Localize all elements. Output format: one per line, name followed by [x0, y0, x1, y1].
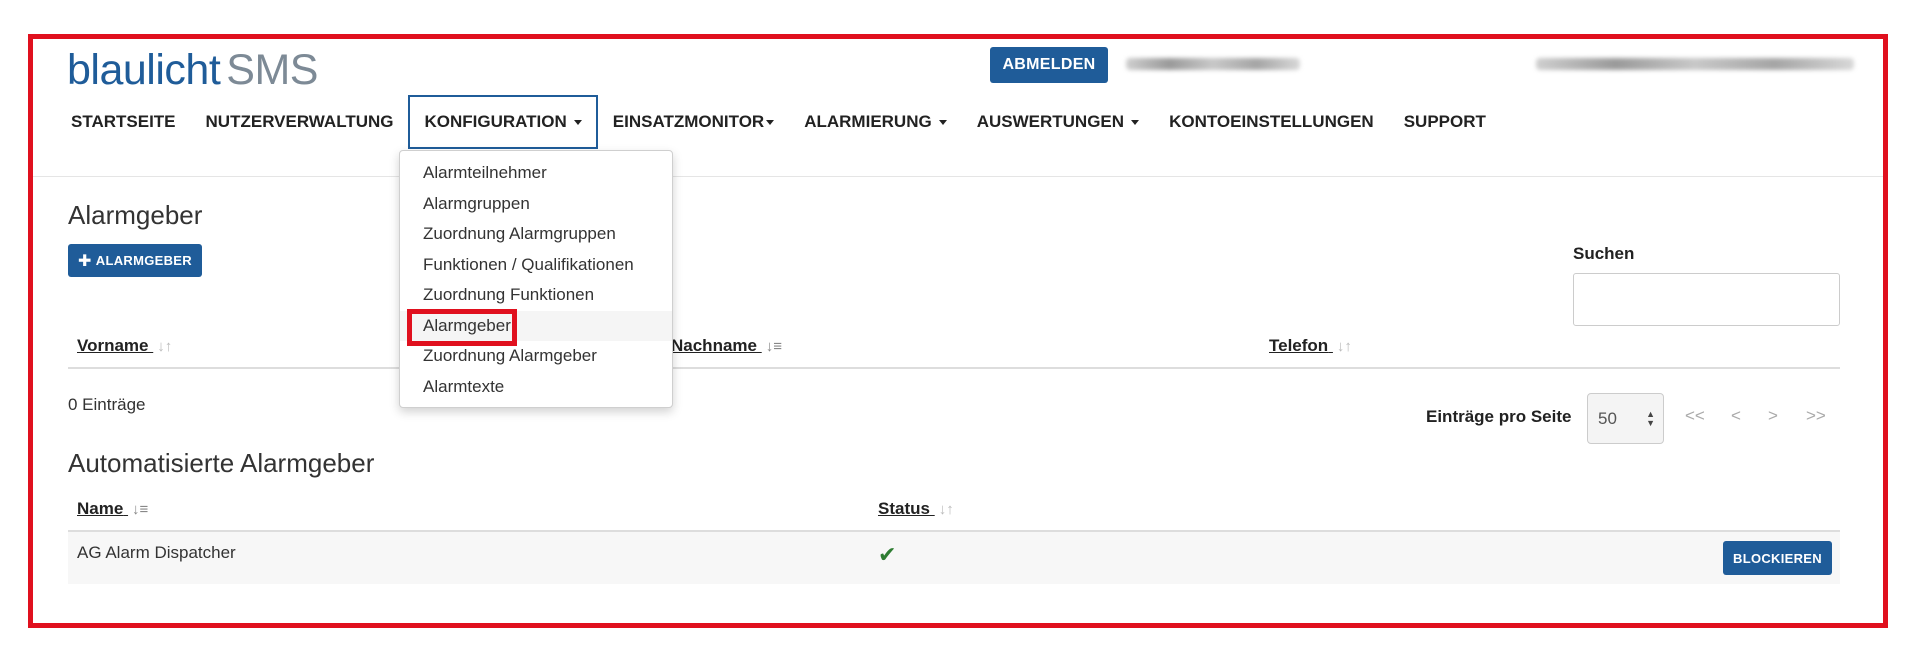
last-page-link[interactable]: >> [1806, 406, 1826, 426]
table-row [68, 532, 1840, 584]
column-label: Status [878, 499, 930, 518]
add-alarmgeber-button[interactable]: ✚ ALARMGEBER [68, 244, 202, 277]
menu-item-funktionen-qualifikationen[interactable]: Funktionen / Qualifikationen [400, 250, 672, 281]
logo-part-2: SMS [226, 46, 318, 94]
column-header-status[interactable]: Status ↓↑ [878, 499, 954, 519]
logout-button[interactable]: ABMELDEN [990, 47, 1108, 83]
selected-value: 50 [1598, 408, 1617, 428]
sort-ascending-icon: ↓≡ [132, 501, 149, 518]
block-button[interactable]: BLOCKIEREN [1723, 541, 1832, 575]
next-page-link[interactable]: > [1768, 406, 1778, 426]
nav-label: ALARMIERUNG [804, 112, 932, 131]
logo[interactable]: blaulicht SMS [67, 46, 318, 95]
check-icon: ✔ [878, 542, 897, 567]
entries-count: 0 Einträge [68, 395, 146, 414]
column-label: Nachname [671, 336, 757, 355]
column-label: Telefon [1269, 336, 1329, 355]
add-button-label: ALARMGEBER [95, 253, 192, 268]
nav-item-einsatzmonitor[interactable]: EINSATZMONITOR [598, 95, 789, 149]
menu-item-label: Alarmgeber [423, 315, 511, 335]
search-input[interactable] [1573, 273, 1840, 326]
nav-label: SUPPORT [1403, 112, 1486, 131]
column-label: Name [77, 499, 124, 518]
caret-down-icon [766, 119, 775, 125]
logo-part-1: blaulicht [67, 46, 221, 94]
column-header-name[interactable]: Name ↓≡ [77, 499, 148, 519]
caret-down-icon [938, 119, 947, 125]
konfiguration-dropdown-menu: Alarmteilnehmer Alarmgruppen Zuordnung A… [399, 150, 673, 408]
column-header-vorname[interactable]: Vorname ↓↑ [77, 336, 172, 356]
sort-icon: ↓↑ [1336, 338, 1352, 355]
prev-page-link[interactable]: < [1731, 406, 1741, 426]
column-header-nachname[interactable]: Nachname ↓≡ [671, 336, 782, 356]
select-arrows-icon: ▲ ▼ [1646, 409, 1655, 428]
entries-per-page-label: Einträge pro Seite [1426, 407, 1572, 426]
menu-item-zuordnung-alarmgruppen[interactable]: Zuordnung Alarmgruppen [400, 219, 672, 250]
row-name: AG Alarm Dispatcher [77, 543, 236, 562]
menu-item-alarmgeber[interactable]: Alarmgeber [400, 308, 672, 346]
nav-item-nutzerverwaltung[interactable]: NUTZERVERWALTUNG [191, 95, 409, 149]
table-header-divider [68, 367, 1840, 369]
menu-item-alarmteilnehmer[interactable]: Alarmteilnehmer [400, 158, 672, 189]
header-divider [33, 176, 1883, 177]
menu-item-zuordnung-alarmgeber[interactable]: Zuordnung Alarmgeber [400, 341, 672, 372]
nav-item-konfiguration[interactable]: KONFIGURATION [408, 95, 598, 149]
nav-label: AUSWERTUNGEN [976, 112, 1125, 131]
nav-item-kontoeinstellungen[interactable]: KONTOEINSTELLUNGEN [1154, 95, 1389, 149]
page-title: Alarmgeber [68, 200, 203, 230]
menu-item-alarmtexte[interactable]: Alarmtexte [400, 372, 672, 403]
sort-icon: ↓↑ [938, 501, 954, 518]
first-page-link[interactable]: << [1685, 406, 1705, 426]
caret-down-icon [1131, 119, 1140, 125]
nav-label: KONTOEINSTELLUNGEN [1169, 112, 1374, 131]
nav-item-startseite[interactable]: STARTSEITE [56, 95, 191, 149]
redacted-account-info [1536, 58, 1854, 70]
nav-label: EINSATZMONITOR [612, 112, 765, 131]
sort-ascending-icon: ↓≡ [765, 338, 782, 355]
section-title: Automatisierte Alarmgeber [68, 448, 375, 478]
menu-item-zuordnung-funktionen[interactable]: Zuordnung Funktionen [400, 280, 672, 311]
nav-item-alarmierung[interactable]: ALARMIERUNG [789, 95, 962, 149]
column-header-telefon[interactable]: Telefon ↓↑ [1269, 336, 1352, 356]
plus-icon: ✚ [78, 252, 92, 270]
nav-label: KONFIGURATION [424, 112, 567, 131]
sort-icon: ↓↑ [157, 338, 173, 355]
caret-down-icon [573, 119, 582, 125]
column-label: Vorname [77, 336, 149, 355]
nav-label: NUTZERVERWALTUNG [205, 112, 394, 131]
search-label: Suchen [1573, 244, 1635, 263]
main-nav: STARTSEITE NUTZERVERWALTUNG KONFIGURATIO… [56, 94, 1501, 150]
nav-item-auswertungen[interactable]: AUSWERTUNGEN [962, 95, 1154, 149]
redacted-user-info [1126, 58, 1300, 70]
nav-item-support[interactable]: SUPPORT [1389, 95, 1501, 149]
menu-item-alarmgruppen[interactable]: Alarmgruppen [400, 189, 672, 220]
entries-per-page-select[interactable]: 50 ▲ ▼ [1587, 393, 1664, 444]
nav-label: STARTSEITE [71, 112, 176, 131]
